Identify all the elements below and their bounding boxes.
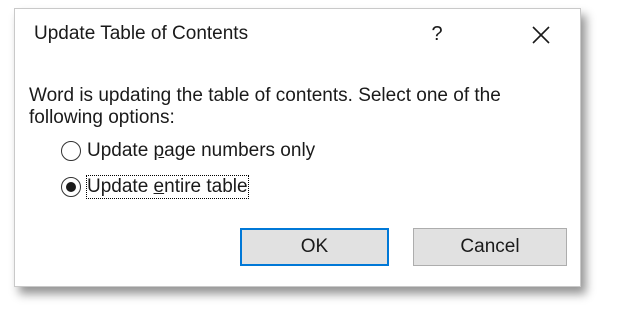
dialog-title: Update Table of Contents xyxy=(34,23,249,44)
cancel-button[interactable]: Cancel xyxy=(413,228,567,266)
option-label[interactable]: Update entire table xyxy=(86,175,249,199)
radio-button[interactable] xyxy=(61,141,81,161)
option-update-page-numbers[interactable]: Update page numbers only xyxy=(61,137,316,165)
update-toc-dialog: Update Table of Contents ? Word is updat… xyxy=(14,8,581,287)
close-icon xyxy=(532,26,550,44)
help-button[interactable]: ? xyxy=(419,15,455,53)
dialog-message: Word is updating the table of contents. … xyxy=(29,85,501,128)
option-label[interactable]: Update page numbers only xyxy=(86,139,316,163)
ok-button[interactable]: OK xyxy=(240,228,389,266)
option-update-entire-table[interactable]: Update entire table xyxy=(61,173,249,201)
title-bar: Update Table of Contents ? xyxy=(15,9,580,61)
close-button[interactable] xyxy=(521,16,561,54)
radio-button-selected[interactable] xyxy=(61,177,81,197)
